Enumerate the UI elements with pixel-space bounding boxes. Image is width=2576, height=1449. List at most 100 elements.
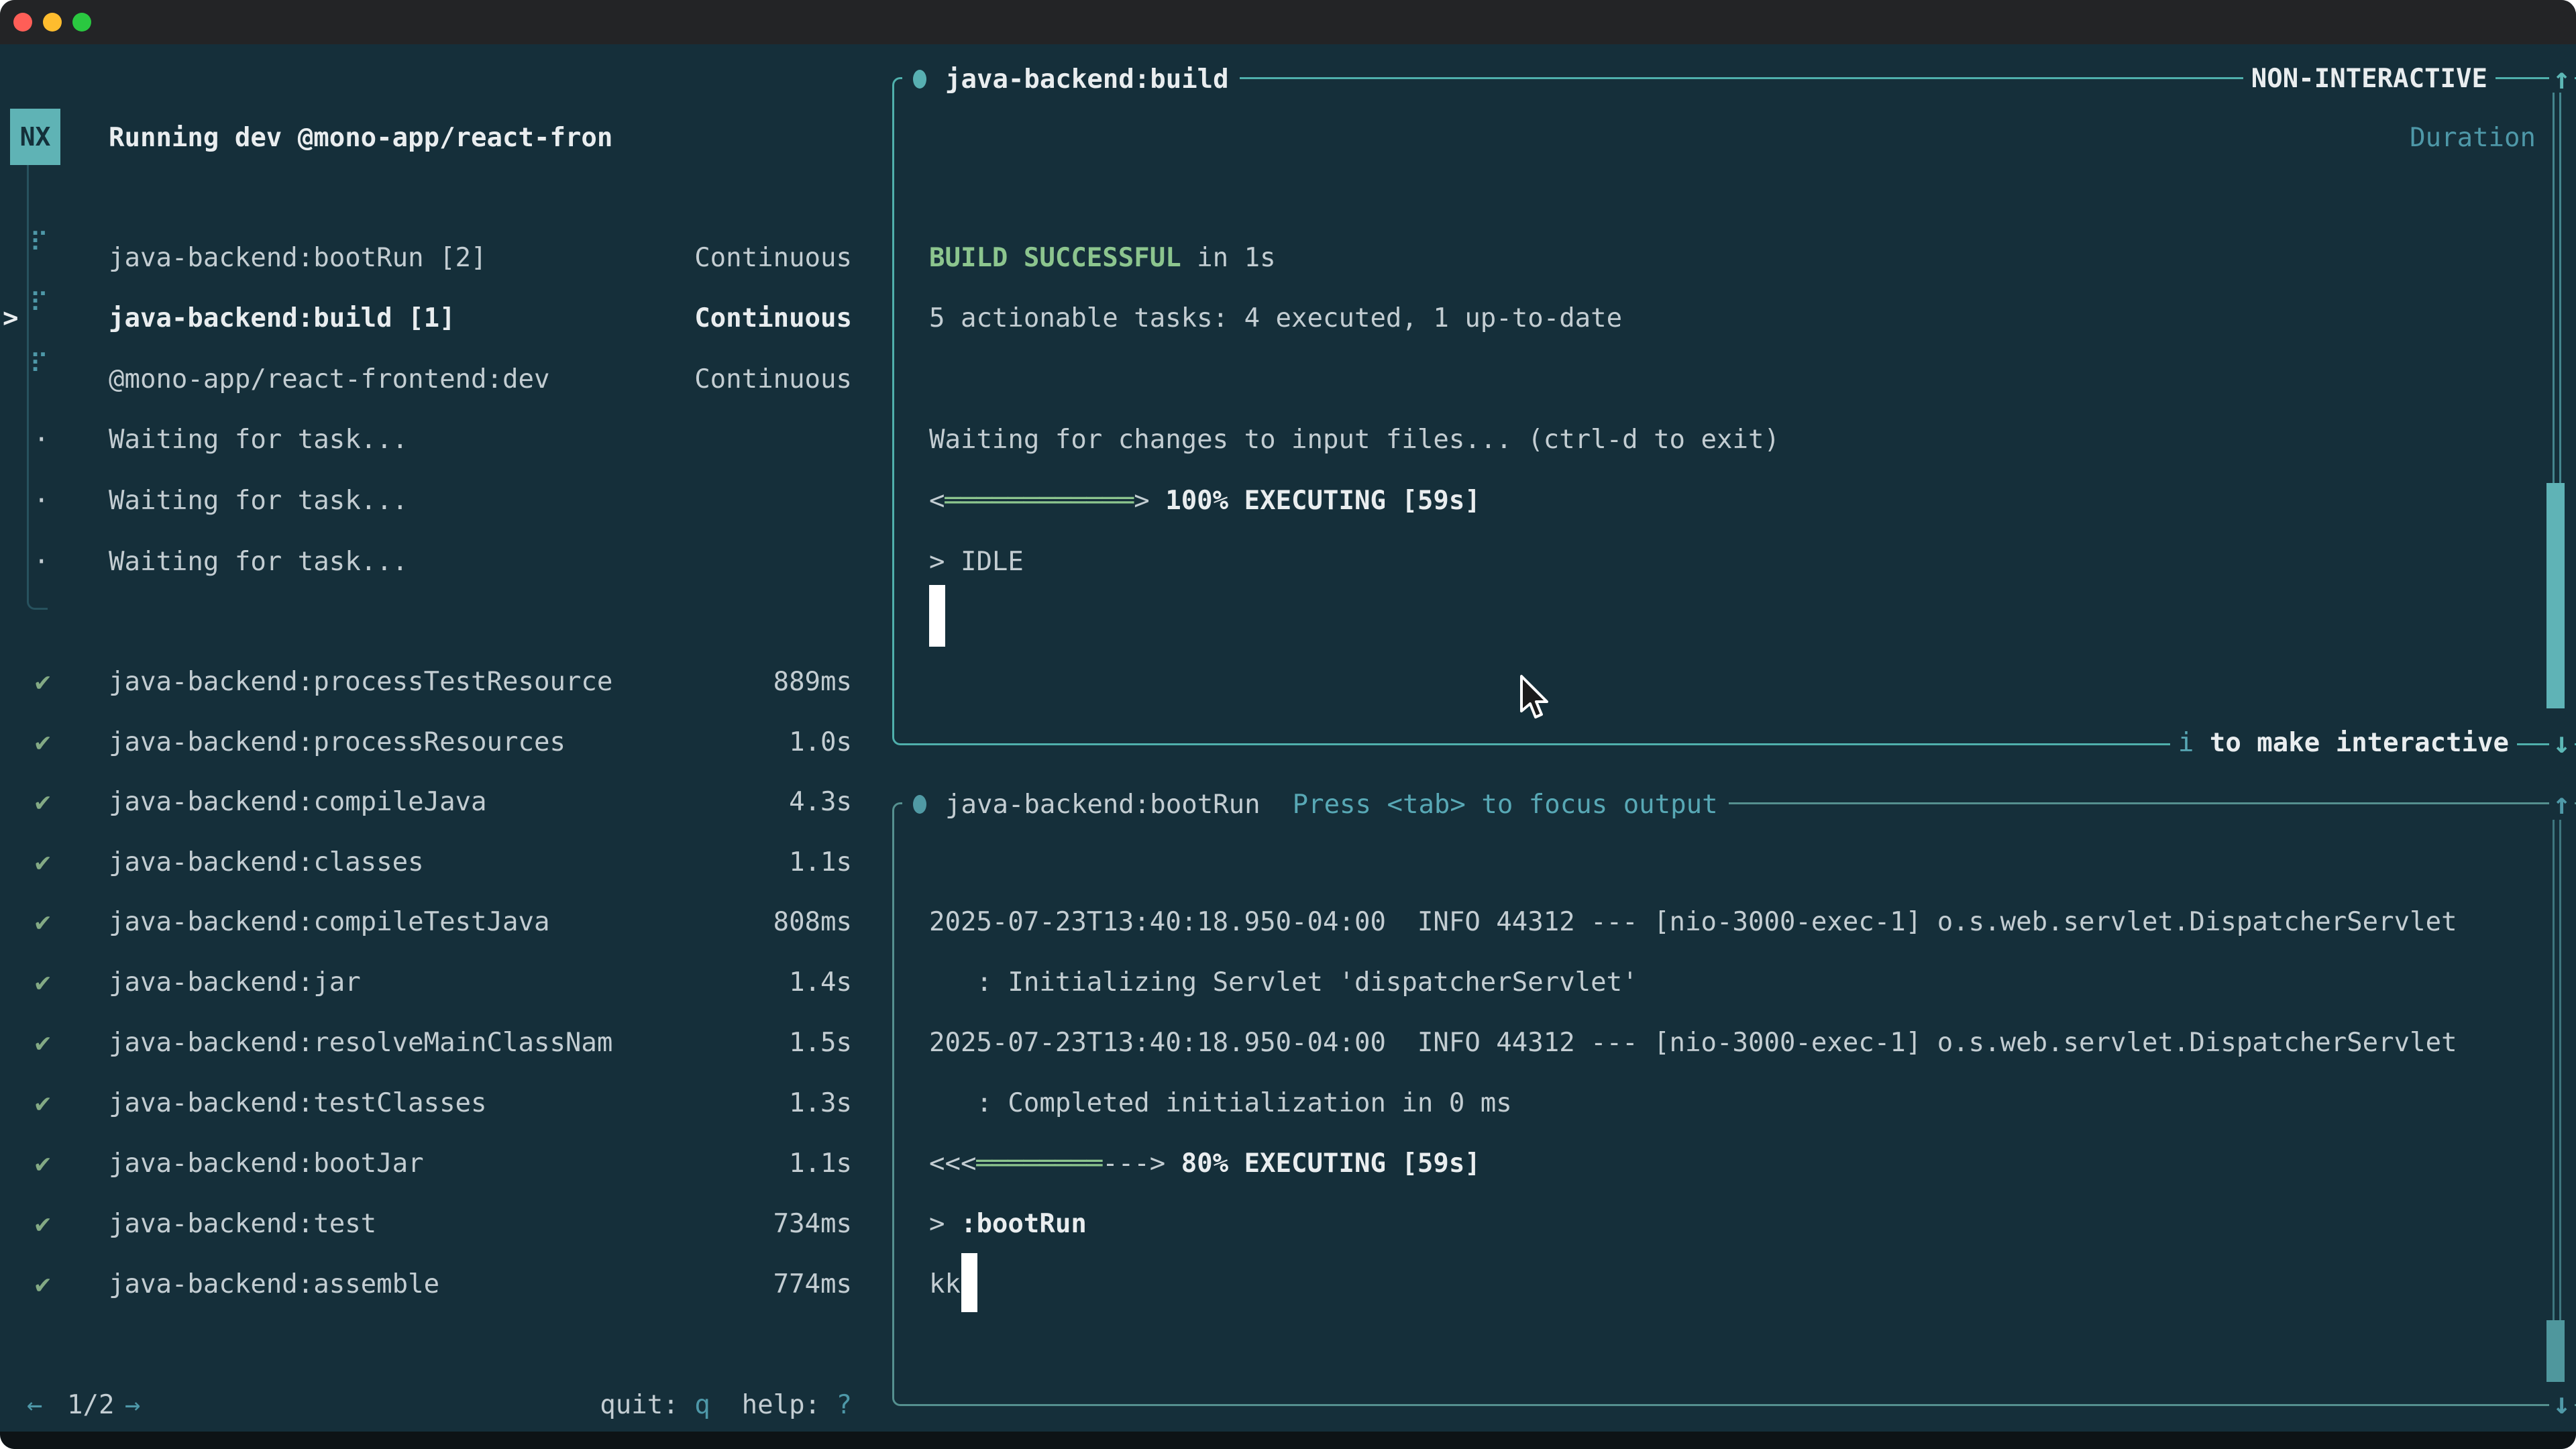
waiting-task-row: · Waiting for task... [0,471,892,531]
task-duration: 1.4s [789,953,852,1013]
bootrun-progress-bar: <<<════════---> 80% EXECUTING [59s] [929,1134,1481,1194]
task-row-done[interactable]: ✔ java-backend:bootJar 1.1s [0,1134,892,1194]
spinner-icon: ⠏ [30,335,49,395]
interactive-hint-text: to make interactive [2194,728,2509,758]
task-row-done[interactable]: ✔ java-backend:classes 1.1s [0,833,892,893]
check-icon: ✔ [35,1194,50,1254]
prompt-task: :bootRun [961,1209,1087,1239]
progress-open: <<< [929,1148,976,1179]
task-name: java-backend:test [109,1194,376,1254]
task-name: java-backend:processTestResource [109,652,612,712]
next-page-icon[interactable]: → [125,1375,140,1436]
task-name: java-backend:bootRun [2] [109,228,487,288]
task-name: java-backend:assemble [109,1254,439,1315]
task-row-done[interactable]: ✔ java-backend:processTestResource 889ms [0,652,892,712]
progress-tail: ---> [1102,1148,1165,1179]
help-key: ? [837,1390,852,1420]
terminal-cursor [961,1253,977,1312]
bootrun-pane-header[interactable]: java-backend:bootRun Press <tab> to focu… [902,774,1729,835]
task-row-done[interactable]: ✔ java-backend:testClasses 1.3s [0,1073,892,1134]
interactive-hint-key: i [2178,728,2194,758]
task-duration: Continuous [694,350,852,410]
task-duration: 774ms [773,1254,852,1315]
waiting-task-row: · Waiting for task... [0,410,892,470]
build-idle-line: > IDLE [929,532,1024,592]
build-waiting-line: Waiting for changes to input files... (c… [929,410,1780,470]
task-duration: Continuous [694,288,852,349]
scroll-down-icon[interactable]: ↓ [2549,713,2575,773]
check-icon: ✔ [35,892,50,953]
task-row-done[interactable]: ✔ java-backend:compileJava 4.3s [0,772,892,833]
task-row-done[interactable]: ✔ java-backend:assemble 774ms [0,1254,892,1315]
build-success-label: BUILD SUCCESSFUL [929,243,1181,273]
bootrun-pane-title: java-backend:bootRun [945,790,1260,820]
task-row-done[interactable]: ✔ java-backend:resolveMainClassNam 1.5s [0,1013,892,1073]
task-name: java-backend:build [1] [109,288,455,349]
interactive-hint: i to make interactive [2170,713,2517,773]
scrollbar-thumb[interactable] [2546,483,2565,708]
bullet-icon: · [34,471,49,531]
task-row-done[interactable]: ✔ java-backend:jar 1.4s [0,953,892,1013]
titlebar [0,0,2576,44]
check-icon: ✔ [35,1254,50,1315]
terminal-cursor [929,585,945,647]
task-duration: Continuous [694,228,852,288]
log-line: : Completed initialization in 0 ms [929,1073,1512,1134]
task-row-frontend-dev[interactable]: ⠏ @mono-app/react-frontend:dev Continuou… [0,350,892,410]
scroll-down-icon[interactable]: ↓ [2549,1374,2575,1434]
bullet-icon: · [34,410,49,470]
task-row-bootrun[interactable]: ⠏ java-backend:bootRun [2] Continuous [0,228,892,288]
task-name: java-backend:compileTestJava [109,892,549,953]
minimize-window-icon[interactable] [43,13,62,32]
task-duration: 1.0s [789,712,852,773]
task-duration: 734ms [773,1194,852,1254]
window-bottom-edge [0,1432,2576,1449]
progress-close: > [1134,486,1149,516]
check-icon: ✔ [35,1013,50,1073]
task-duration: 1.5s [789,1013,852,1073]
close-window-icon[interactable] [13,13,32,32]
check-icon: ✔ [35,1073,50,1134]
task-row-done[interactable]: ✔ java-backend:test 734ms [0,1194,892,1254]
log-line: 2025-07-23T13:40:18.950-04:00 INFO 44312… [929,892,2457,953]
mouse-pointer-icon [1517,674,1552,726]
progress-open: < [929,486,945,516]
sidebar-footer: ← 1/2 → quit: q help: ? [0,1375,892,1436]
task-name: java-backend:resolveMainClassNam [109,1013,612,1073]
quit-label: quit: [600,1390,694,1420]
check-icon: ✔ [35,833,50,893]
task-name: @mono-app/react-frontend:dev [109,350,549,410]
waiting-label: Waiting for task... [109,471,408,531]
terminal-input-text[interactable]: kk [929,1254,961,1315]
task-duration: 1.3s [789,1073,852,1134]
quit-key: q [694,1390,710,1420]
task-duration: 808ms [773,892,852,953]
progress-label: 100% EXECUTING [59s] [1150,486,1481,516]
check-icon: ✔ [35,953,50,1013]
build-success-line: BUILD SUCCESSFUL in 1s [929,228,1276,288]
task-status-dot-icon [913,70,926,89]
prev-page-icon[interactable]: ← [27,1375,42,1436]
task-duration: 889ms [773,652,852,712]
zoom-window-icon[interactable] [72,13,91,32]
task-name: java-backend:compileJava [109,772,487,833]
scrollbar-track[interactable] [2553,820,2561,1320]
task-row-done[interactable]: ✔ java-backend:processResources 1.0s [0,712,892,773]
check-icon: ✔ [35,772,50,833]
spinner-icon: ⠏ [30,213,49,274]
scrollbar-track[interactable] [2553,93,2561,483]
waiting-task-row: · Waiting for task... [0,532,892,592]
terminal-window: NX Running dev @mono-app/react-fron Dura… [0,0,2576,1449]
build-pane-header[interactable]: java-backend:build [902,49,1240,109]
task-row-done[interactable]: ✔ java-backend:compileTestJava 808ms [0,892,892,953]
task-row-build-selected[interactable]: > ⠏ java-backend:build [1] Continuous [0,288,892,349]
task-status-dot-icon [913,795,926,814]
prompt-arrow: > [929,1209,961,1239]
log-line: : Initializing Servlet 'dispatcherServle… [929,953,1638,1013]
build-pane-title: java-backend:build [945,64,1229,95]
scrollbar-thumb[interactable] [2546,1320,2565,1382]
bootrun-prompt-line: > :bootRun [929,1194,1087,1254]
task-duration: 4.3s [789,772,852,833]
check-icon: ✔ [35,652,50,712]
progress-fill: ════════ [976,1148,1102,1179]
